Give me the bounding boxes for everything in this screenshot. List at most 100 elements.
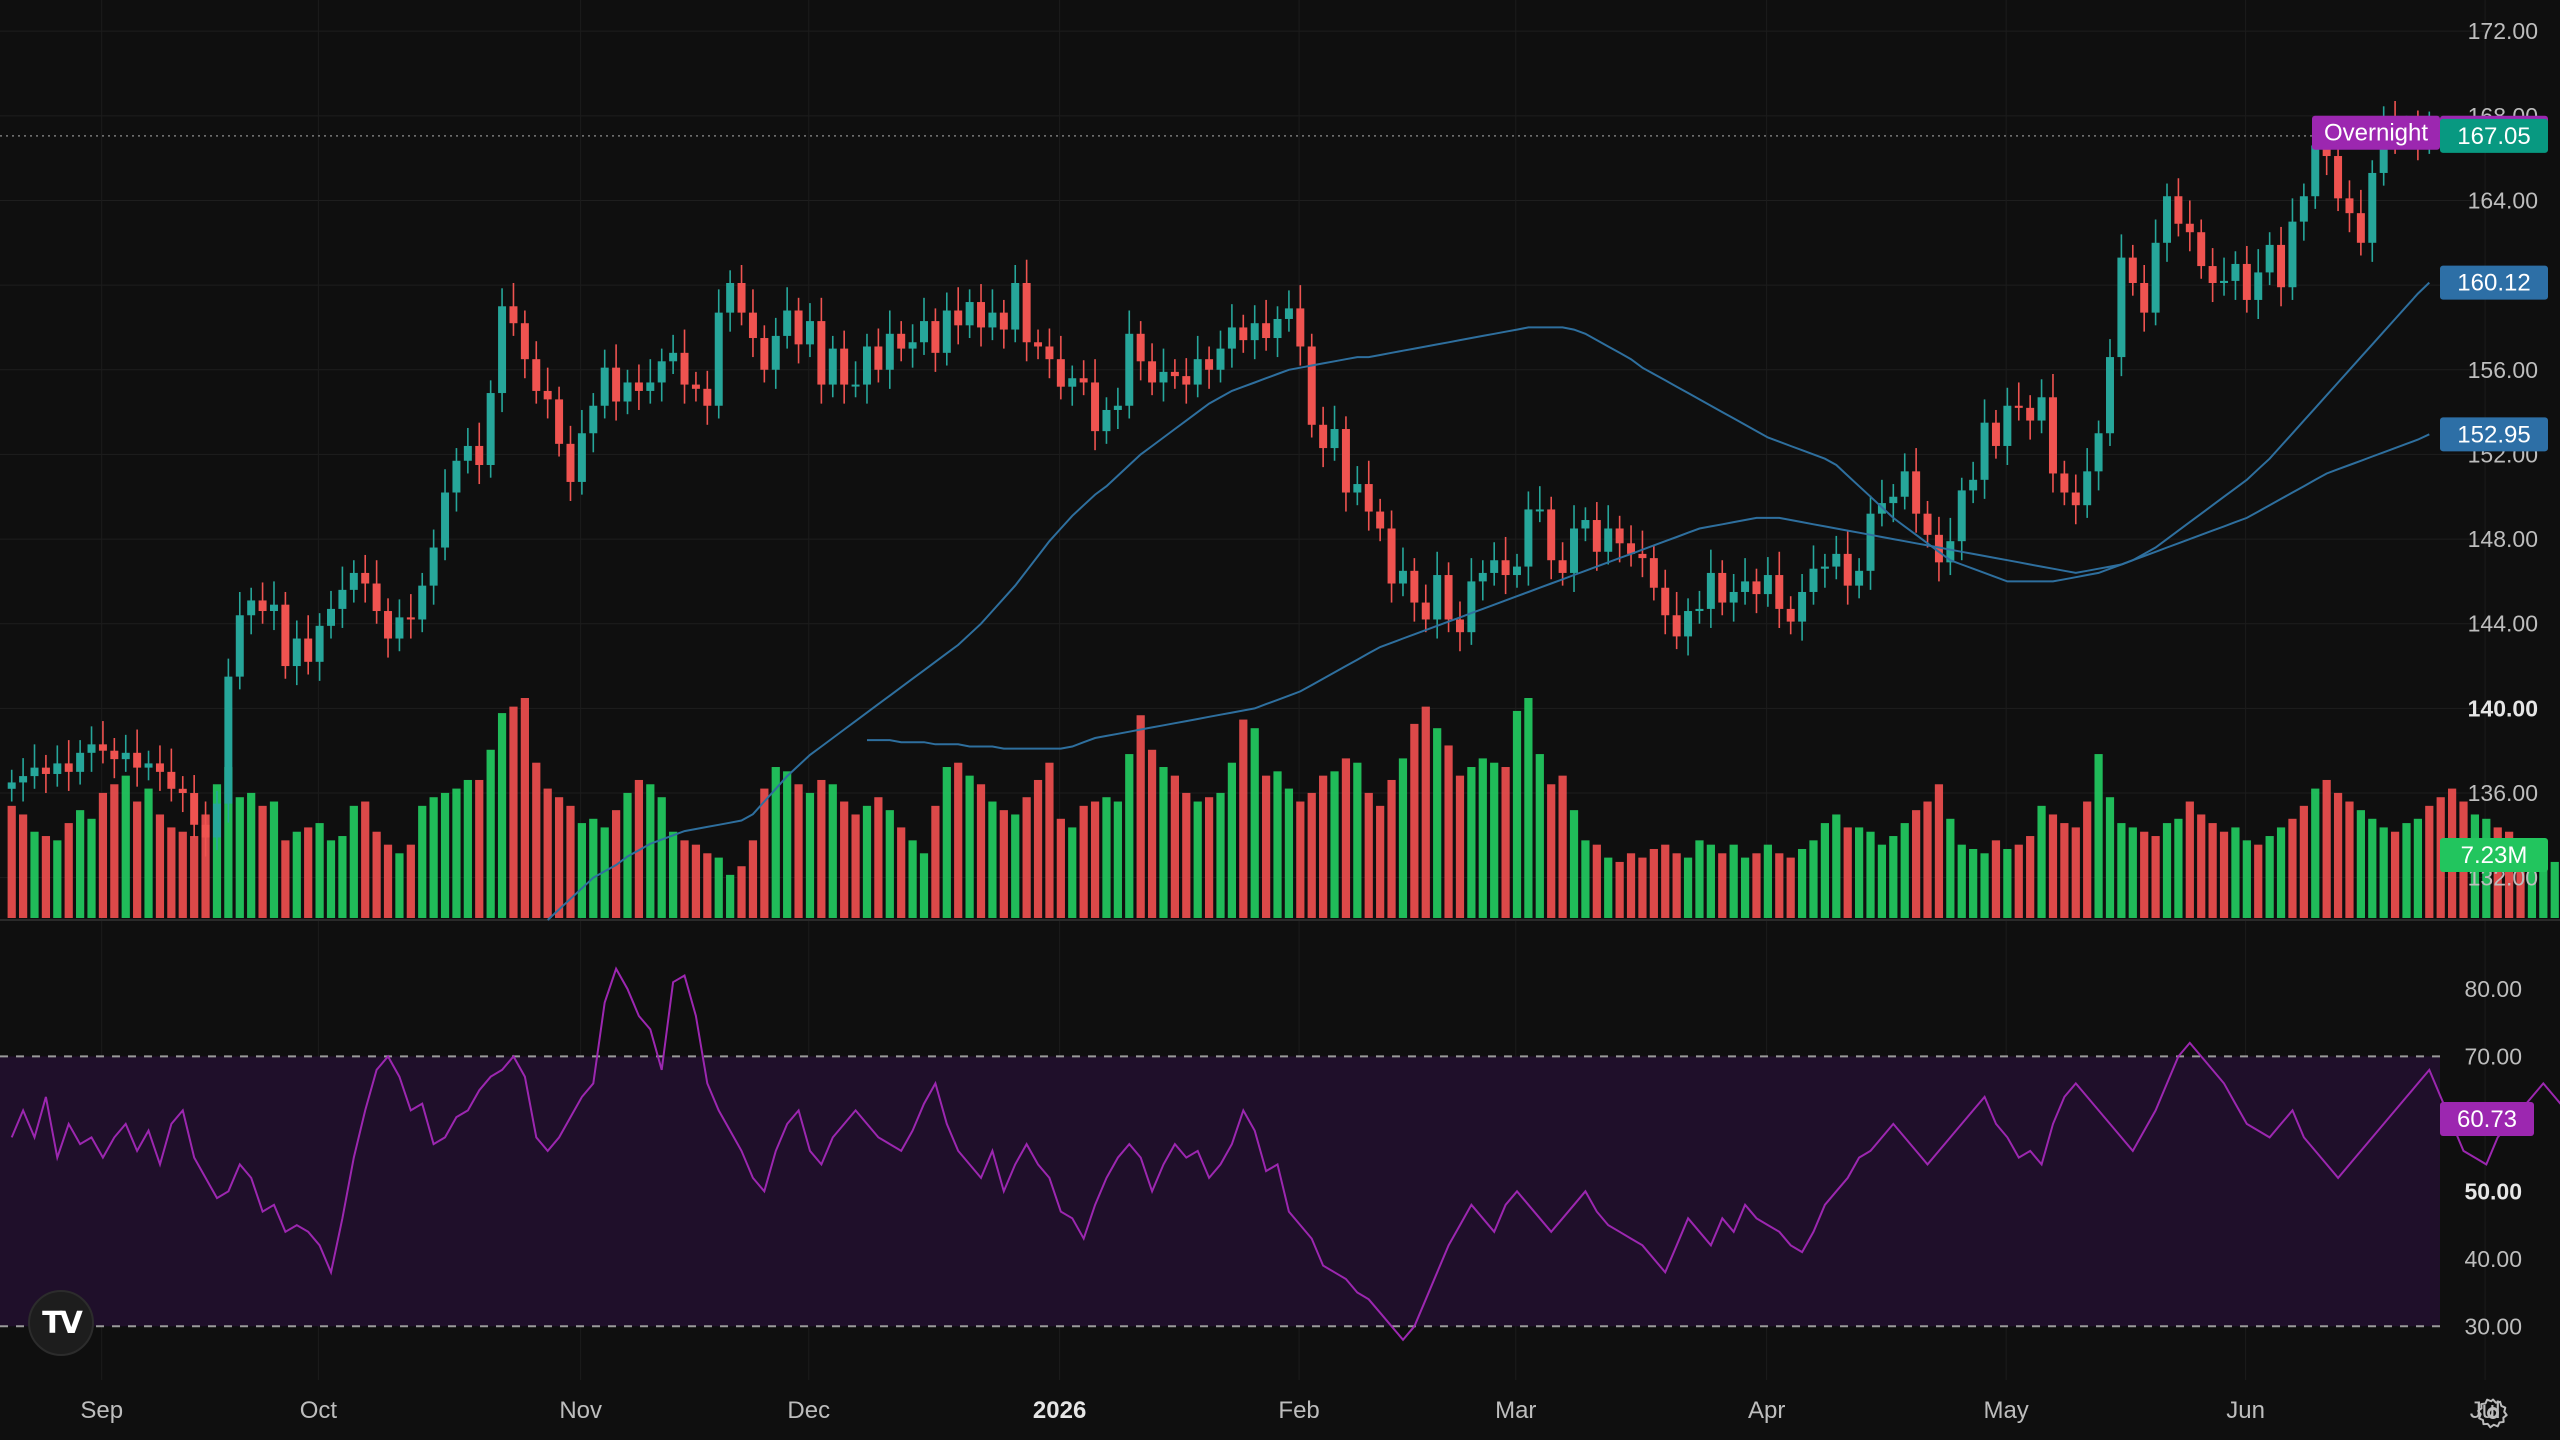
volume-bar — [1102, 797, 1111, 918]
volume-bar — [281, 840, 290, 918]
volume-bar — [2390, 831, 2400, 918]
volume-bar — [1672, 853, 1681, 918]
candle-body — [1376, 511, 1385, 529]
volume-bar — [760, 788, 769, 918]
candle-body — [110, 750, 119, 760]
volume-bar — [1319, 775, 1328, 918]
candle-body — [498, 306, 507, 394]
volume-bar — [497, 713, 507, 918]
candle-body — [201, 824, 210, 838]
candle-body — [1125, 333, 1134, 406]
volume-bar — [2003, 848, 2012, 918]
volume-bar — [235, 797, 244, 918]
candle-body — [429, 547, 438, 586]
volume-bar — [2425, 805, 2434, 918]
volume-bar — [292, 831, 301, 918]
candle-body — [1467, 581, 1476, 633]
candle-body — [1011, 283, 1020, 330]
candle-body — [452, 460, 461, 493]
volume-bar — [1512, 710, 1522, 918]
candle-body — [1284, 308, 1293, 319]
volume-bar — [1889, 836, 1898, 918]
volume-bar — [942, 767, 951, 918]
volume-bar — [1809, 840, 1818, 918]
candle-body — [2345, 198, 2354, 214]
volume-bar — [1433, 728, 1442, 918]
volume-bar — [440, 792, 450, 918]
volume-bar — [1193, 801, 1202, 918]
candle-body — [372, 583, 381, 612]
volume-bar — [2402, 823, 2411, 918]
volume-bar — [897, 827, 906, 918]
candle-body — [2277, 244, 2286, 288]
candle-body — [771, 335, 780, 370]
volume-bar — [691, 844, 701, 918]
volume-bar — [520, 698, 529, 918]
candle-body — [1205, 359, 1214, 370]
rsi-tick-label: 80.00 — [2464, 976, 2522, 1002]
candle-body — [1273, 318, 1282, 339]
candle-body — [2288, 221, 2297, 288]
candle-body — [19, 776, 28, 783]
candle-body — [1227, 327, 1236, 349]
candle-body — [1729, 591, 1738, 603]
volume-bar — [1033, 779, 1043, 918]
volume-bar — [840, 801, 849, 918]
volume-bar — [703, 853, 712, 918]
gear-icon[interactable] — [2476, 1396, 2510, 1430]
candle-body — [885, 333, 894, 370]
time-tick-label: May — [1983, 1397, 2028, 1424]
rsi-band-fill — [0, 1056, 2440, 1327]
candle-body — [2128, 257, 2137, 283]
volume-bar — [2333, 792, 2343, 918]
volume-bar — [269, 801, 279, 918]
candle-body — [190, 793, 199, 825]
candle-body — [281, 604, 290, 667]
volume-bar — [1376, 805, 1385, 918]
volume-bar — [406, 844, 415, 918]
candle-body — [1250, 323, 1259, 341]
candle-body — [509, 306, 518, 324]
candle-body — [1159, 371, 1168, 383]
volume-bar — [1398, 758, 1408, 918]
volume-bar — [2322, 779, 2331, 918]
candle-body — [2163, 196, 2172, 243]
volume-bar — [1695, 840, 1704, 918]
volume-bar — [349, 805, 358, 918]
volume-bar — [53, 840, 62, 918]
volume-bar — [1273, 771, 1282, 918]
time-tick-label: Jun — [2226, 1397, 2265, 1424]
candle-body — [1421, 602, 1430, 620]
volume-bar — [669, 831, 678, 918]
candle-body — [235, 615, 244, 677]
volume-bar — [178, 831, 187, 918]
volume-bar — [2368, 818, 2377, 918]
volume-bar — [98, 792, 108, 918]
overnight-label-text: Overnight — [2324, 120, 2428, 147]
volume-bar — [418, 805, 427, 918]
candle-body — [1969, 479, 1978, 491]
volume-bar — [7, 805, 16, 918]
stock-chart[interactable]: 132.00136.00140.00144.00148.00152.00156.… — [0, 0, 2560, 1440]
candle-body — [349, 572, 358, 590]
candle-body — [1433, 575, 1442, 620]
volume-bar — [2117, 823, 2126, 918]
volume-bar — [1797, 848, 1807, 918]
candle-body — [2197, 232, 2206, 267]
volume-bar — [2151, 836, 2160, 918]
volume-bar — [1227, 762, 1237, 918]
tradingview-logo[interactable]: TV — [28, 1290, 94, 1356]
volume-bar — [1079, 805, 1088, 918]
candle-body — [657, 361, 666, 383]
volume-bar — [874, 797, 883, 918]
candle-body — [1513, 566, 1521, 576]
candle-body — [1547, 509, 1556, 561]
volume-bar — [794, 784, 803, 918]
rsi-tick-label: 70.00 — [2464, 1043, 2522, 1069]
candle-body — [1661, 587, 1670, 616]
candle-body — [931, 321, 940, 353]
volume-bar — [1569, 810, 1579, 918]
candle-body — [874, 346, 883, 370]
candle-body — [566, 443, 575, 482]
candle-body — [1558, 560, 1567, 573]
